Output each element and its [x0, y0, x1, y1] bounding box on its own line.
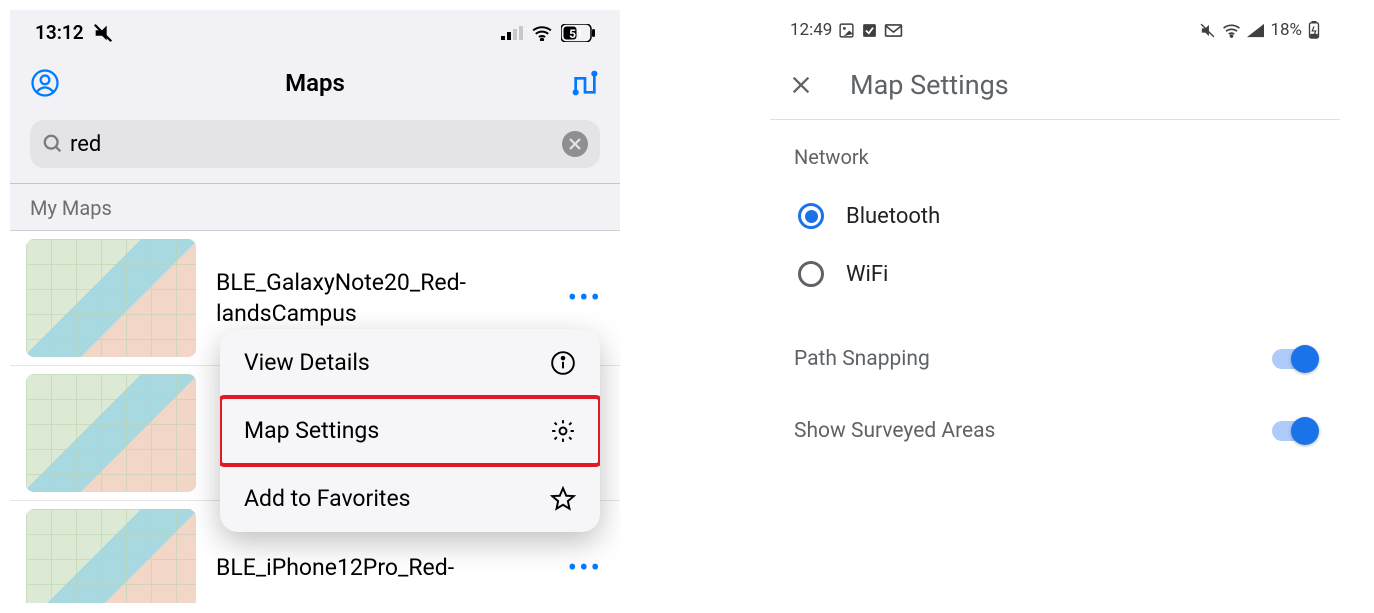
battery-icon: 51: [561, 24, 595, 42]
ios-nav-bar: Maps: [10, 55, 620, 110]
status-time: 12:49: [790, 20, 832, 40]
map-thumbnail: [26, 374, 196, 492]
setting-path-snapping[interactable]: Path Snapping: [790, 323, 1320, 395]
clear-search-button[interactable]: [562, 131, 588, 157]
info-icon: [550, 350, 576, 376]
page-title: Maps: [60, 69, 570, 97]
section-header-my-maps: My Maps: [10, 184, 620, 231]
map-title: BLE_iPhone12Pro_Red-: [216, 552, 542, 583]
toggle-switch-icon[interactable]: [1272, 421, 1316, 441]
more-button[interactable]: •••: [562, 291, 608, 305]
menu-label: View Details: [244, 349, 370, 376]
profile-icon[interactable]: [30, 68, 60, 98]
menu-add-favorites[interactable]: Add to Favorites: [220, 465, 600, 532]
svg-text:51: 51: [569, 27, 583, 41]
radio-button-icon: [798, 261, 824, 287]
checkbox-icon: [861, 22, 878, 39]
close-button[interactable]: [790, 74, 820, 96]
maps-list: BLE_GalaxyNote20_Red-landsCampus ••• BLE…: [10, 231, 620, 603]
radio-label: Bluetooth: [846, 204, 940, 229]
setting-label: Show Surveyed Areas: [794, 419, 995, 443]
android-app-bar: Map Settings: [770, 50, 1340, 120]
wifi-icon: [1222, 23, 1241, 38]
map-title: BLE_GalaxyNote20_Red-landsCampus: [216, 267, 542, 329]
menu-label: Add to Favorites: [244, 485, 411, 512]
mute-icon: [1199, 22, 1216, 39]
menu-view-details[interactable]: View Details: [220, 329, 600, 397]
android-status-bar: 12:49 18%: [770, 10, 1340, 50]
map-thumbnail: [26, 509, 196, 603]
route-icon[interactable]: [570, 68, 600, 98]
settings-body: Network Bluetooth WiFi Path Snapping Sho…: [770, 120, 1340, 482]
radio-button-icon: [798, 203, 824, 229]
toggle-switch-icon[interactable]: [1272, 349, 1316, 369]
search-input[interactable]: [70, 132, 562, 157]
page-title: Map Settings: [850, 69, 1009, 101]
ios-screenshot: 13:12 51 Maps: [10, 10, 620, 603]
radio-label: WiFi: [846, 262, 888, 287]
setting-show-surveyed[interactable]: Show Surveyed Areas: [790, 395, 1320, 467]
wifi-icon: [531, 25, 553, 41]
battery-text: 18%: [1270, 20, 1302, 40]
setting-label: Path Snapping: [794, 347, 930, 371]
android-screenshot: 12:49 18%: [770, 10, 1340, 603]
gmail-icon: [884, 23, 903, 38]
status-time: 13:12: [35, 21, 84, 44]
search-icon: [42, 133, 64, 155]
battery-icon: [1308, 21, 1320, 39]
search-field[interactable]: [30, 120, 600, 168]
section-network: Network: [794, 145, 1316, 169]
ios-status-bar: 13:12 51: [10, 10, 620, 55]
menu-map-settings[interactable]: Map Settings: [220, 397, 600, 465]
silent-icon: [92, 22, 114, 44]
cell-signal-icon: [501, 25, 523, 41]
map-context-menu: View Details Map Settings Add to Favorit…: [220, 329, 600, 532]
image-icon: [838, 22, 855, 39]
cell-signal-icon: [1247, 23, 1264, 38]
radio-bluetooth[interactable]: Bluetooth: [790, 187, 1320, 245]
star-icon: [550, 486, 576, 512]
more-button[interactable]: •••: [562, 561, 608, 575]
gear-icon: [550, 418, 576, 444]
menu-label: Map Settings: [244, 417, 379, 444]
map-thumbnail: [26, 239, 196, 357]
radio-wifi[interactable]: WiFi: [790, 245, 1320, 303]
